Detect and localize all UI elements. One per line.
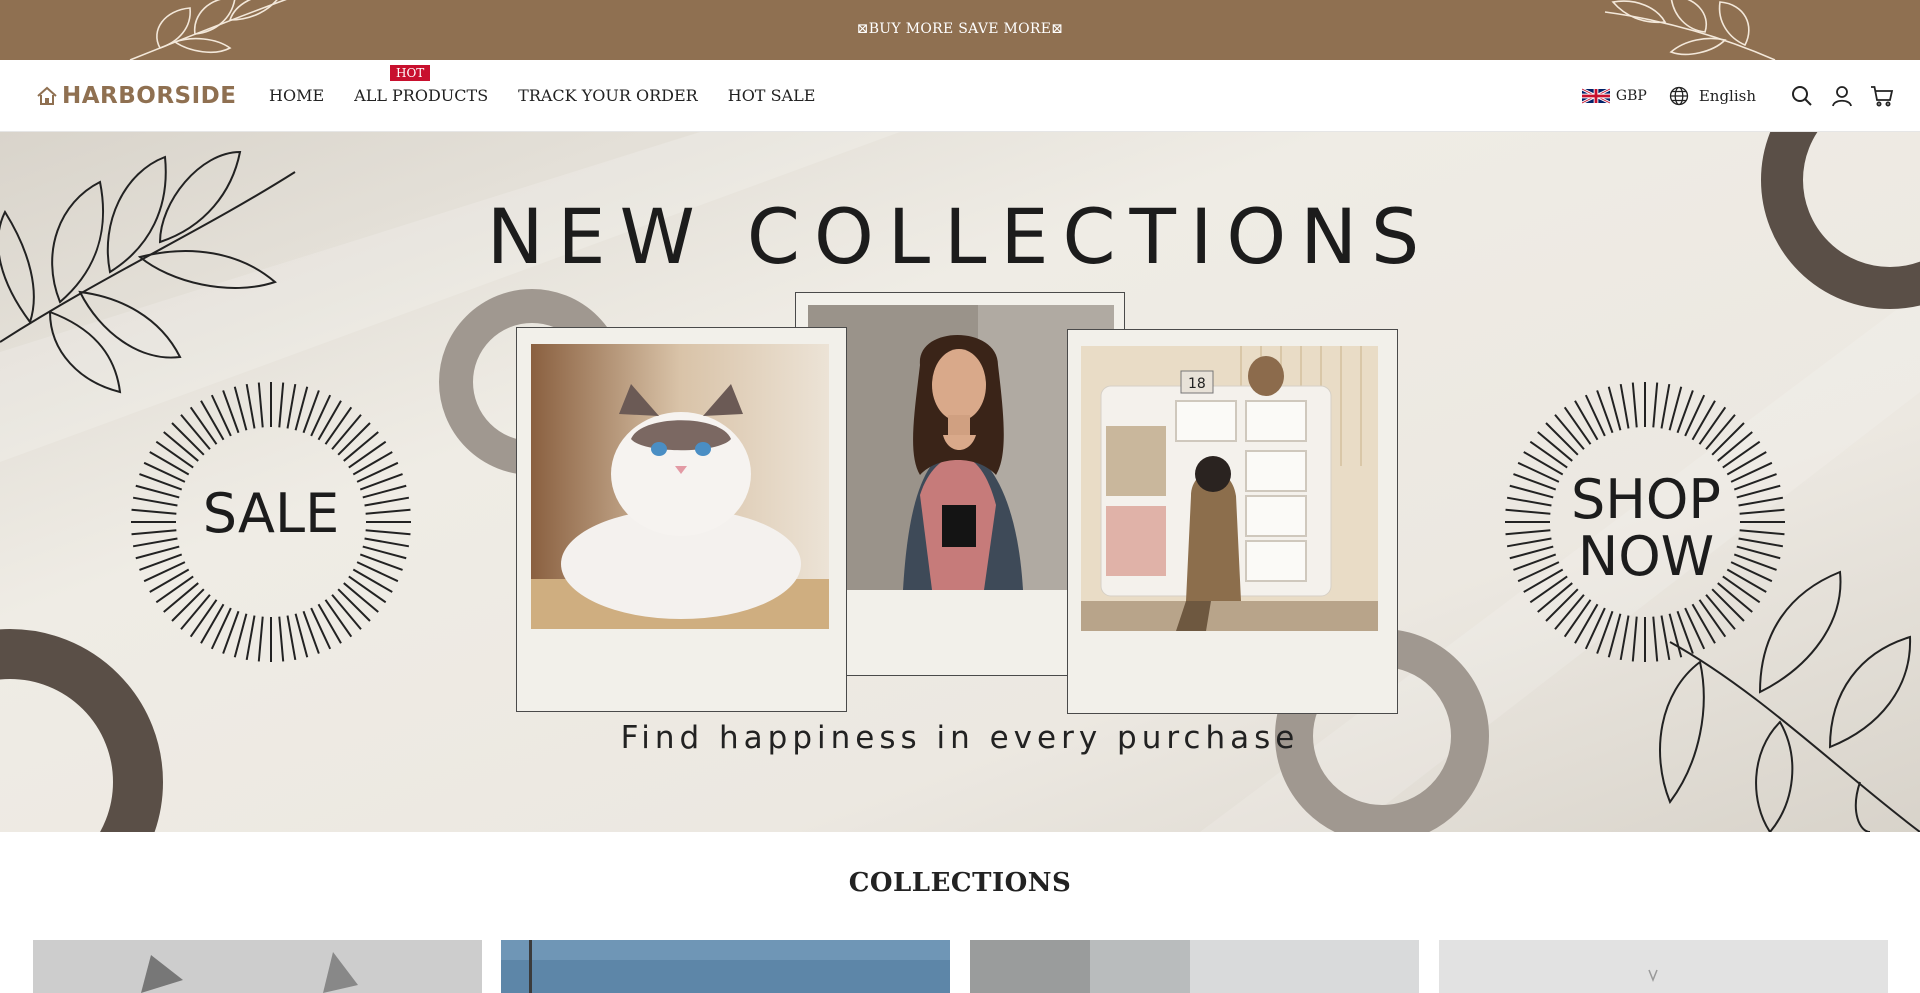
furniture-photo: 18 (1081, 346, 1378, 631)
nav-item-all-products[interactable]: ALL PRODUCTS (354, 86, 488, 105)
collections-heading: COLLECTIONS (848, 868, 1072, 898)
user-icon[interactable] (1830, 84, 1854, 108)
calendar-digits: 18 (1188, 376, 1206, 392)
shop-now-line2: NOW (1577, 524, 1715, 588)
nav-item-track-order[interactable]: TRACK YOUR ORDER (518, 86, 698, 105)
uk-flag-icon (1581, 87, 1610, 105)
cat-photo (531, 344, 829, 629)
brand-name: HARBORSIDE (62, 83, 237, 109)
house-icon (37, 86, 57, 105)
leaf-decoration-icon (1604, 0, 1776, 60)
hero-tagline: Find happiness in every purchase (620, 720, 1300, 756)
collection-card[interactable] (33, 940, 482, 993)
collection-card-image (1439, 940, 1888, 993)
brand-logo[interactable]: HARBORSIDE (36, 82, 236, 110)
collection-card[interactable] (970, 940, 1419, 993)
collection-card-image (501, 940, 950, 993)
collection-card-image (970, 940, 1419, 993)
nav-item-home[interactable]: HOME (269, 86, 324, 105)
shop-now-badge[interactable]: SHOP NOW (1535, 468, 1757, 588)
site-header: HARBORSIDE HOME ALL PRODUCTS TRACK YOUR … (0, 60, 1920, 132)
polaroid-home: 18 (1067, 329, 1398, 714)
shop-now-line1: SHOP (1571, 468, 1721, 531)
currency-label: GBP (1615, 88, 1647, 104)
cart-icon[interactable] (1870, 84, 1894, 108)
hot-badge: HOT (390, 65, 431, 81)
polaroid-pets (516, 327, 847, 712)
sale-badge[interactable]: SALE (160, 485, 382, 543)
main-nav: HOME ALL PRODUCTS TRACK YOUR ORDER HOT S… (269, 86, 845, 105)
hero-title: NEW COLLECTIONS (486, 192, 1434, 281)
collection-card-image (33, 940, 482, 993)
sale-badge-label: SALE (202, 482, 340, 545)
nav-item-hot-sale[interactable]: HOT SALE (728, 86, 816, 105)
hero-banner[interactable]: NEW COLLECTIONS SALE SHOP NOW 18 Find ha… (0, 132, 1920, 832)
search-icon[interactable] (1790, 84, 1814, 108)
language-label: English (1698, 87, 1756, 105)
globe-icon (1669, 86, 1688, 106)
collection-card[interactable] (501, 940, 950, 993)
announcement-bar: ⊠BUY MORE SAVE MORE⊠ (0, 0, 1920, 60)
header-actions: GBP English (1581, 82, 1894, 110)
language-selector[interactable]: English (1669, 86, 1756, 106)
collection-card[interactable] (1439, 940, 1888, 993)
currency-selector[interactable]: GBP (1581, 87, 1647, 105)
